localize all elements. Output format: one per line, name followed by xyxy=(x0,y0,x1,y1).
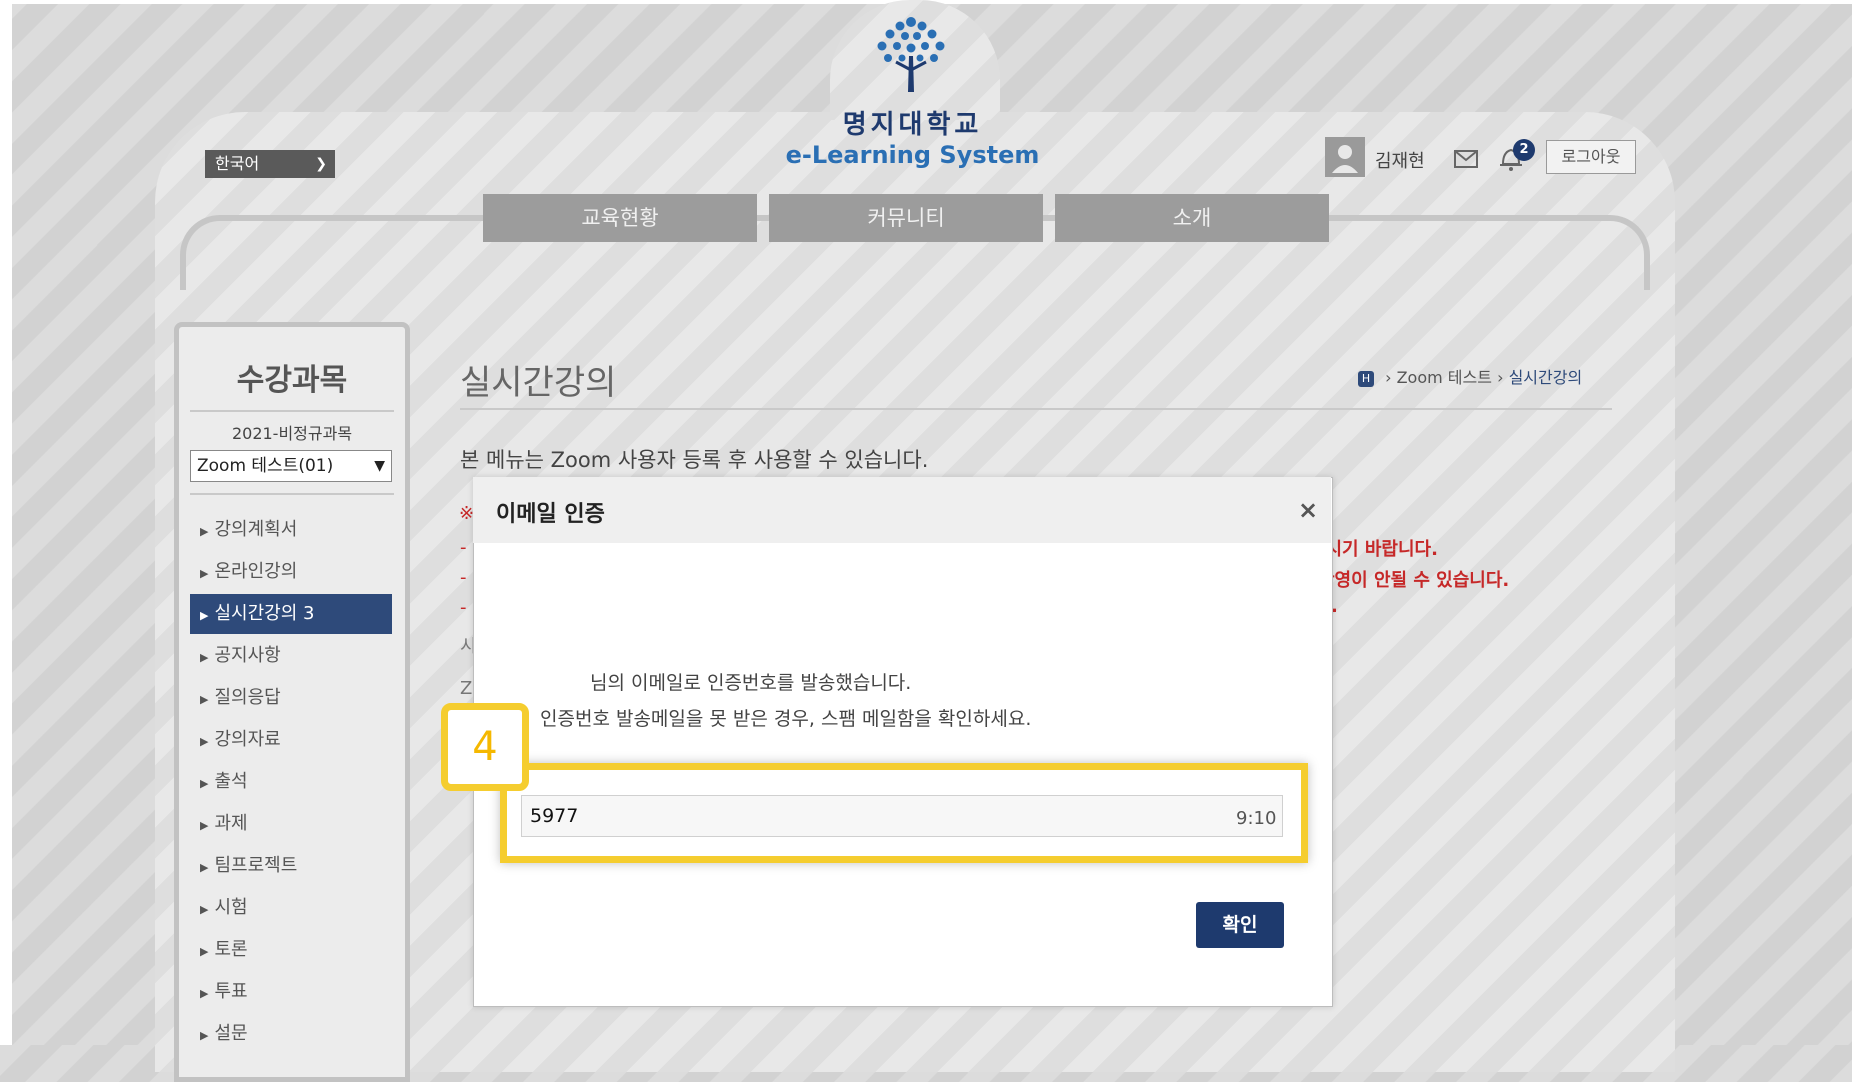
sidebar-divider xyxy=(190,410,394,412)
sidebar-term: 2021-비정규과목 xyxy=(231,424,353,443)
bullet-arrow-icon: ▶ xyxy=(200,777,209,790)
confirm-button[interactable]: 확인 xyxy=(1196,902,1284,948)
sidebar-item-label: 설문 xyxy=(214,1023,248,1044)
bullet-arrow-icon: ▶ xyxy=(200,903,209,916)
notice-red-line-2: 반영이 안될 수 있습니다. xyxy=(1318,570,1510,591)
notice-dash: - xyxy=(460,537,467,558)
sidebar-item-live-lecture[interactable]: ▶ 실시간강의 3 xyxy=(190,594,392,634)
notification-badge: 2 xyxy=(1513,139,1535,161)
bullet-arrow-icon: ▶ xyxy=(200,819,209,832)
bullet-arrow-icon: ▶ xyxy=(200,1029,209,1042)
sidebar-item-syllabus[interactable]: ▶ 강의계획서 xyxy=(190,510,392,550)
bullet-arrow-icon: ▶ xyxy=(200,609,209,622)
step-number-badge: 4 xyxy=(441,703,529,791)
sidebar-item-label: 강의계획서 xyxy=(214,519,298,540)
university-name: 명지대학교 xyxy=(842,110,983,140)
bullet-arrow-icon: ▶ xyxy=(200,651,209,664)
user-silhouette-icon xyxy=(1332,145,1358,173)
dialog-title: 이메일 인증 xyxy=(496,502,605,527)
sidebar-item-attendance[interactable]: ▶ 출석 xyxy=(190,762,392,802)
sidebar-item-label: 질의응답 xyxy=(214,687,281,708)
system-name: e-Learning System xyxy=(785,141,1040,169)
sidebar-item-survey[interactable]: ▶ 설문 xyxy=(190,1014,392,1054)
tab-education-status[interactable]: 교육현황 xyxy=(483,194,757,242)
notice-red-line-1: -시기 바랍니다. xyxy=(1318,539,1438,560)
sidebar-divider xyxy=(190,493,394,495)
notice-mark: ※ xyxy=(459,503,475,524)
notice-dash: - xyxy=(460,597,467,618)
course-select-value: Zoom 테스트(01) xyxy=(197,456,334,476)
dialog-message-spam: 인증번호 발송메일을 못 받은 경우, 스팸 메일함을 확인하세요. xyxy=(540,708,1032,730)
avatar[interactable] xyxy=(1325,137,1365,177)
breadcrumb-course[interactable]: Zoom 테스트 xyxy=(1397,368,1492,387)
sidebar-title: 수강과목 xyxy=(236,363,348,398)
chevron-down-icon: ▼ xyxy=(374,458,385,474)
sidebar-item-label: 투표 xyxy=(214,981,248,1002)
breadcrumb: H › Zoom 테스트 › 실시간강의 xyxy=(1358,364,1582,388)
sidebar-item-notices[interactable]: ▶ 공지사항 xyxy=(190,636,392,676)
sidebar-item-materials[interactable]: ▶ 강의자료 xyxy=(190,720,392,760)
chevron-down-icon: ❯ xyxy=(315,156,327,172)
sidebar-item-label: 토론 xyxy=(214,939,248,960)
language-select[interactable]: 한국어 ❯ xyxy=(205,150,335,178)
bullet-arrow-icon: ▶ xyxy=(200,735,209,748)
notice-dash: - xyxy=(460,567,467,588)
sidebar-item-label: 출석 xyxy=(214,771,248,792)
breadcrumb-separator: › xyxy=(1385,368,1392,387)
university-tree-logo-icon xyxy=(877,17,945,92)
breadcrumb-current: 실시간강의 xyxy=(1508,368,1583,387)
sidebar-item-label: 강의자료 xyxy=(214,729,281,750)
bullet-arrow-icon: ▶ xyxy=(200,861,209,874)
bullet-arrow-icon: ▶ xyxy=(200,945,209,958)
close-icon[interactable]: × xyxy=(1298,496,1318,524)
bullet-arrow-icon: ▶ xyxy=(200,525,209,538)
user-name[interactable]: 김재현 xyxy=(1375,147,1425,173)
mail-icon[interactable] xyxy=(1454,150,1478,168)
zoom-notice: 본 메뉴는 Zoom 사용자 등록 후 사용할 수 있습니다. xyxy=(460,448,929,472)
sidebar-item-exam[interactable]: ▶ 시험 xyxy=(190,888,392,928)
dialog-message-sent: 님의 이메일로 인증번호를 발송했습니다. xyxy=(590,672,912,694)
logout-button[interactable]: 로그아웃 xyxy=(1546,140,1636,174)
sidebar-item-team-project[interactable]: ▶ 팀프로젝트 xyxy=(190,846,392,886)
page-title: 실시간강의 xyxy=(460,363,617,403)
breadcrumb-separator: › xyxy=(1497,368,1504,387)
tab-about[interactable]: 소개 xyxy=(1055,194,1329,242)
sidebar-item-label: 팀프로젝트 xyxy=(214,855,298,876)
sidebar-item-discussion[interactable]: ▶ 토론 xyxy=(190,930,392,970)
bullet-arrow-icon: ▶ xyxy=(200,987,209,1000)
title-divider xyxy=(460,408,1612,410)
language-select-value: 한국어 xyxy=(215,154,260,173)
sidebar-item-label: 공지사항 xyxy=(214,645,281,666)
sidebar-item-online-lecture[interactable]: ▶ 온라인강의 xyxy=(190,552,392,592)
sidebar-item-label: 실시간강의 3 xyxy=(214,603,315,624)
sidebar-item-vote[interactable]: ▶ 투표 xyxy=(190,972,392,1012)
sidebar-item-label: 과제 xyxy=(214,813,248,834)
hidden-text-fragment: Z xyxy=(460,678,473,699)
sidebar-item-label: 시험 xyxy=(214,897,248,918)
home-icon[interactable]: H xyxy=(1358,370,1374,387)
sidebar-item-assignments[interactable]: ▶ 과제 xyxy=(190,804,392,844)
tab-community[interactable]: 커뮤니티 xyxy=(769,194,1043,242)
highlight-box xyxy=(500,763,1308,863)
left-edge xyxy=(0,0,12,1045)
bullet-arrow-icon: ▶ xyxy=(200,693,209,706)
sidebar-item-qna[interactable]: ▶ 질의응답 xyxy=(190,678,392,718)
course-select[interactable]: Zoom 테스트(01) ▼ xyxy=(190,450,392,482)
bullet-arrow-icon: ▶ xyxy=(200,567,209,580)
sidebar-item-label: 온라인강의 xyxy=(214,561,298,582)
